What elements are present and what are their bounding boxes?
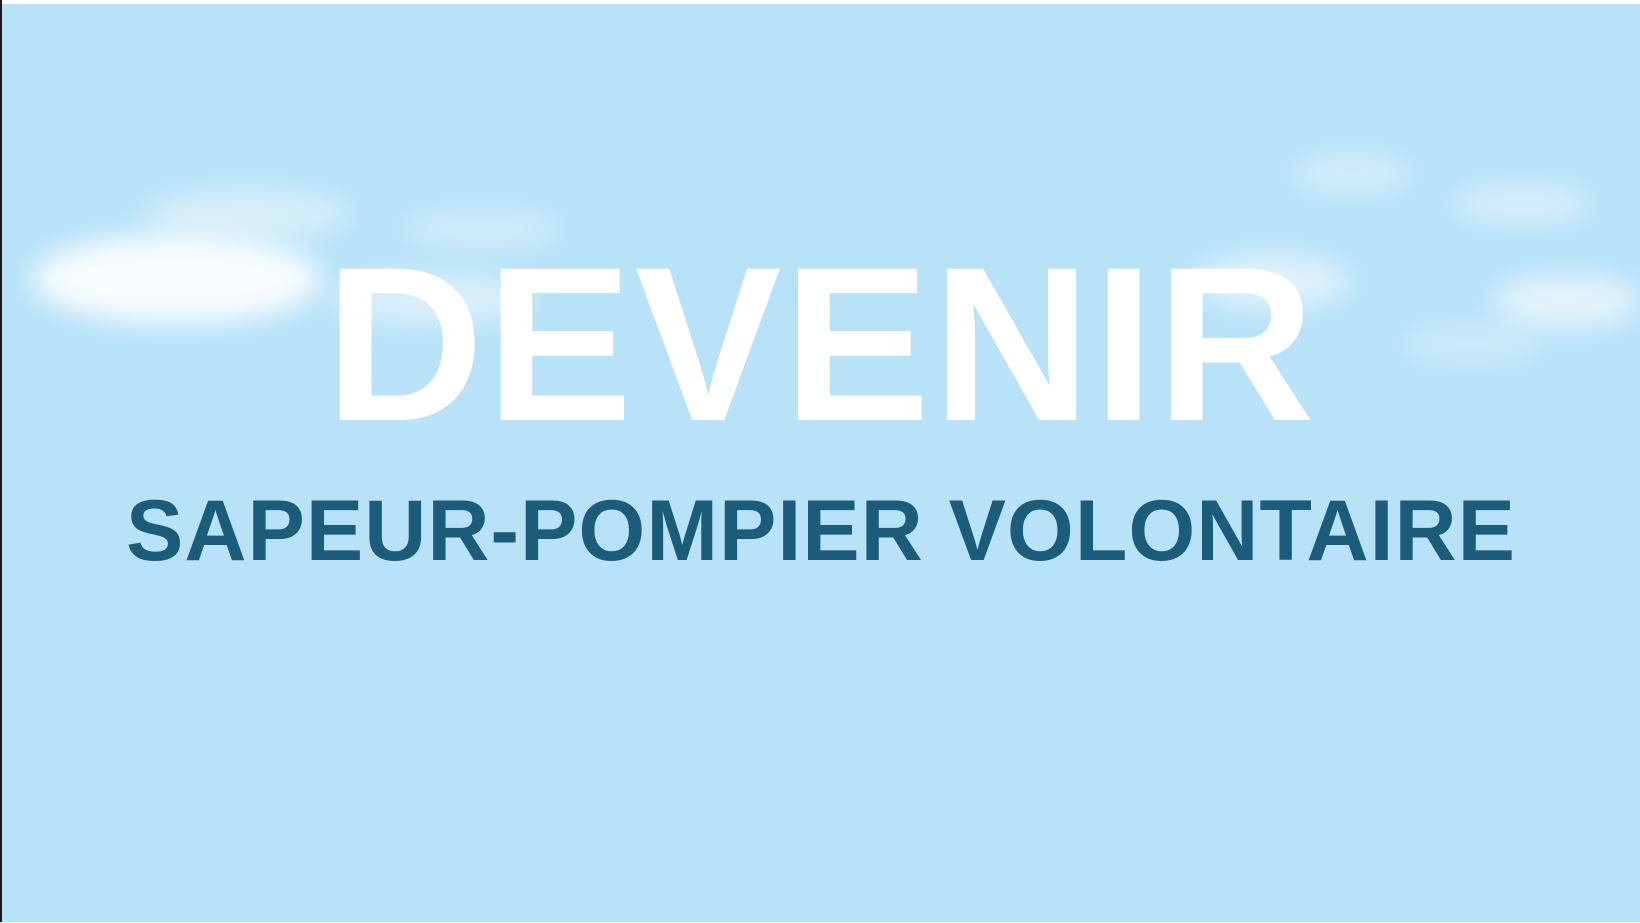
slide-title: DEVENIR bbox=[325, 221, 1317, 467]
title-slide: DEVENIR SAPEUR-POMPIER VOLONTAIRE bbox=[2, 4, 1640, 922]
cloud bbox=[1292, 154, 1412, 194]
cloud bbox=[142, 189, 352, 239]
cloud bbox=[1452, 184, 1592, 224]
slide-subtitle: SAPEUR-POMPIER VOLONTAIRE bbox=[126, 483, 1516, 579]
video-frame: DEVENIR SAPEUR-POMPIER VOLONTAIRE bbox=[0, 0, 1640, 923]
